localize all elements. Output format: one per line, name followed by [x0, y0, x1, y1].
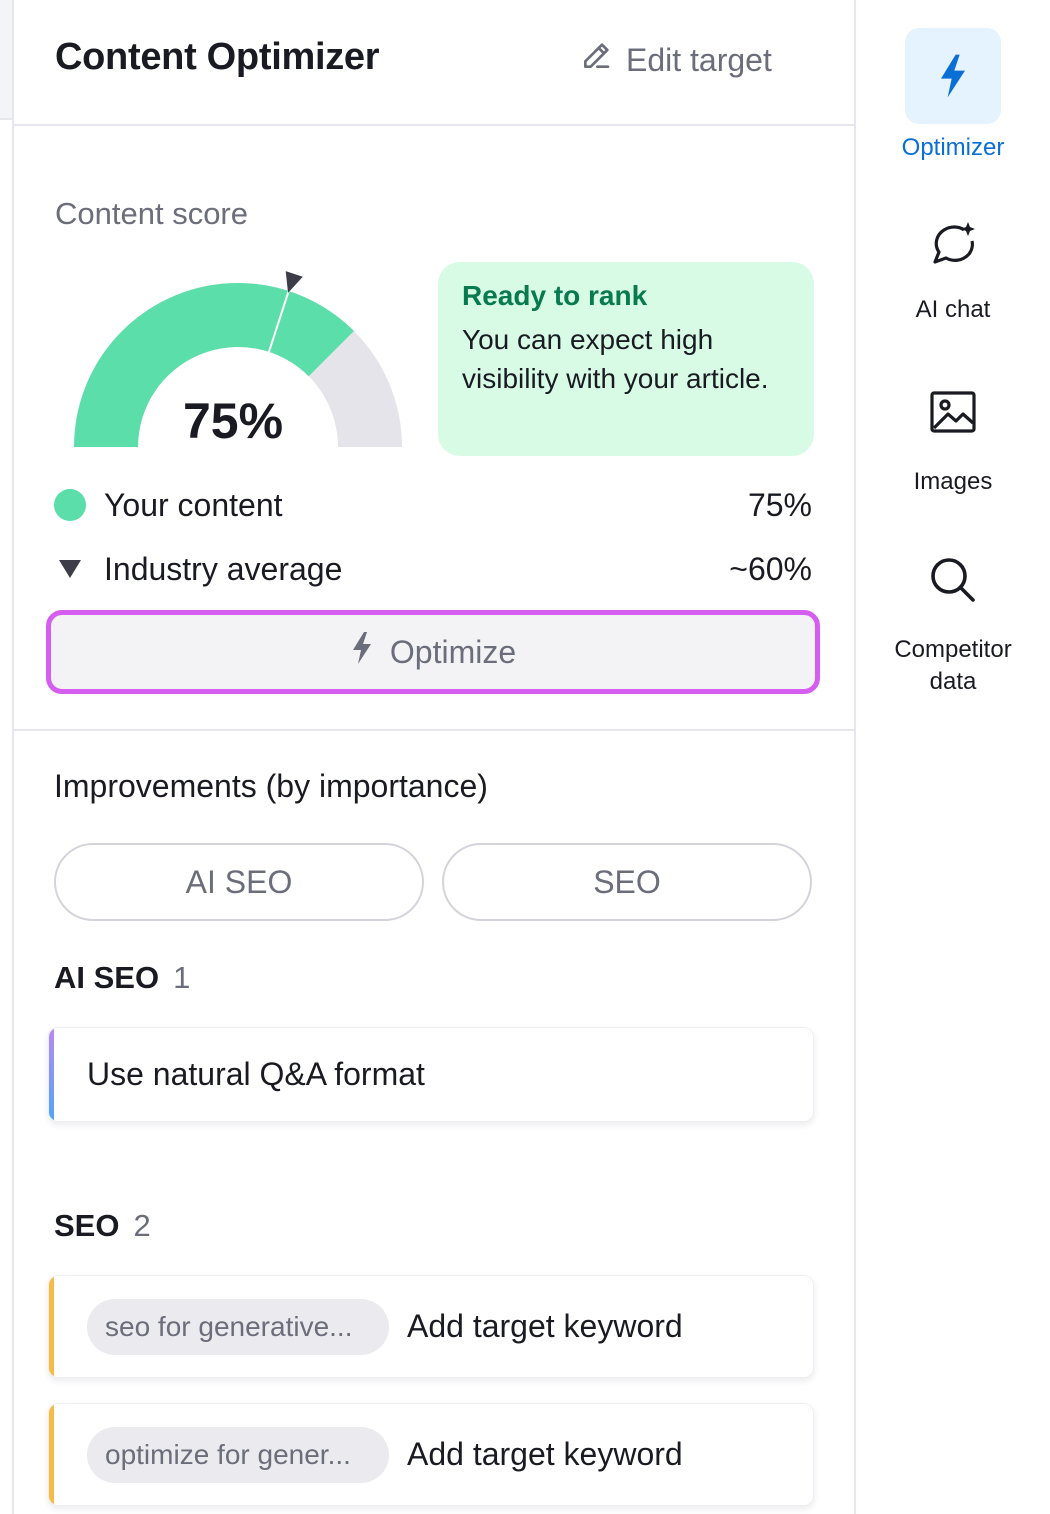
content-score-label: Content score: [55, 196, 248, 231]
item-text: Add target keyword: [407, 1436, 683, 1472]
list-item[interactable]: Use natural Q&A format: [48, 1027, 814, 1122]
panel-header: Content Optimizer Edit target: [14, 0, 854, 126]
group-count: 1: [173, 960, 191, 995]
optimize-label: Optimize: [389, 633, 517, 670]
list-item[interactable]: optimize for gener... Add target keyword: [48, 1403, 814, 1506]
rail-item-ai-chat[interactable]: AI chat: [856, 196, 1050, 326]
item-accent: [49, 1276, 54, 1377]
bolt-icon: [905, 28, 1001, 124]
group-name: AI SEO: [54, 960, 160, 995]
group-ai-seo-title: AI SEO 1: [54, 960, 190, 996]
optimize-button[interactable]: Optimize: [46, 610, 820, 694]
legend-industry-average: Industry average ~60%: [54, 549, 812, 589]
legend-value: ~60%: [729, 550, 812, 587]
legend-value: 75%: [747, 486, 812, 523]
legend-label: Industry average: [104, 550, 343, 587]
editor-edge: [0, 0, 14, 1514]
rail-item-competitor-data[interactable]: Competitor data: [856, 532, 1050, 698]
edit-target-button[interactable]: Edit target: [580, 40, 772, 80]
your-content-dot: [54, 489, 86, 521]
content-optimizer-panel: Content Optimizer Edit target Content sc…: [14, 0, 856, 1514]
rail-label: Images: [913, 468, 993, 495]
item-accent: [49, 1028, 54, 1121]
chat-sparkle-icon: [905, 196, 1001, 292]
status-description: You can expect high visibility with your…: [462, 324, 769, 394]
keyword-chip: seo for generative...: [87, 1298, 389, 1355]
triangle-down-icon: [54, 553, 86, 585]
group-name: SEO: [54, 1208, 120, 1243]
keyword-chip: optimize for gener...: [87, 1426, 389, 1483]
rail-label: Optimizer: [901, 134, 1005, 161]
status-title: Ready to rank: [462, 280, 648, 311]
item-accent: [49, 1404, 54, 1505]
group-count: 2: [133, 1208, 151, 1243]
legend-your-content: Your content 75%: [54, 485, 812, 525]
pencil-icon: [580, 40, 612, 80]
search-icon: [905, 532, 1001, 628]
rail-label: AI chat: [915, 296, 991, 323]
rail-label: Competitor data: [894, 636, 1012, 695]
status-card: Ready to rank You can expect high visibi…: [438, 262, 814, 456]
image-icon: [905, 364, 1001, 460]
bolt-icon: [350, 631, 374, 673]
edit-target-label: Edit target: [626, 41, 772, 78]
group-seo-title: SEO 2: [54, 1208, 151, 1244]
rail-item-images[interactable]: Images: [856, 364, 1050, 498]
item-text: Use natural Q&A format: [87, 1056, 425, 1092]
panel-title: Content Optimizer: [55, 36, 380, 78]
industry-average-marker: [285, 271, 303, 293]
improvements-title: Improvements (by importance): [54, 768, 488, 804]
list-item[interactable]: seo for generative... Add target keyword: [48, 1275, 814, 1378]
content-score-value: 75%: [182, 393, 284, 449]
section-divider: [14, 729, 854, 731]
legend-label: Your content: [104, 486, 283, 523]
filter-ai-seo-button[interactable]: AI SEO: [54, 843, 424, 921]
item-text: Add target keyword: [407, 1308, 683, 1344]
rail-item-optimizer[interactable]: Optimizer: [856, 28, 1050, 164]
filter-seo-button[interactable]: SEO: [442, 843, 812, 921]
tool-rail: Optimizer AI chat Images Competitor data: [856, 0, 1050, 1514]
